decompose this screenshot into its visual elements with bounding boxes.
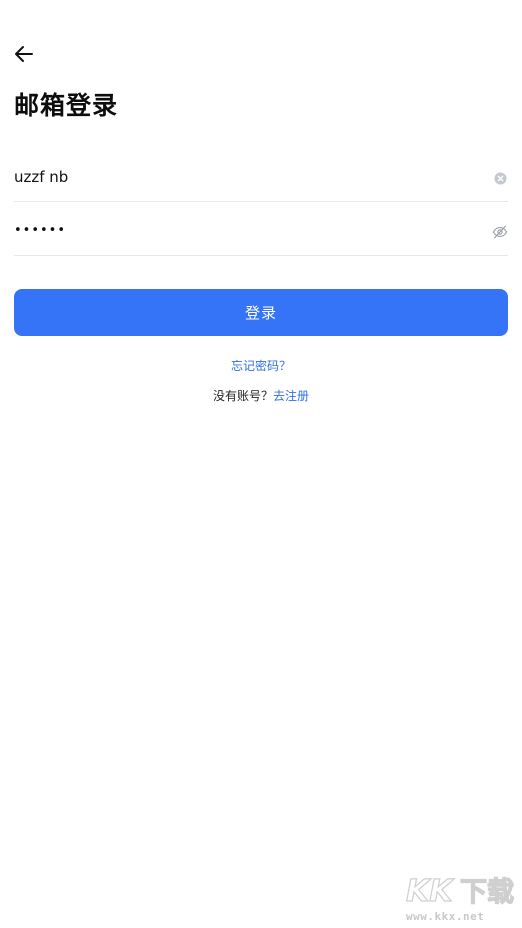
- email-input[interactable]: [14, 153, 474, 201]
- forgot-password-link[interactable]: 忘记密码？: [0, 357, 522, 374]
- password-input[interactable]: [14, 206, 474, 254]
- clear-circle-icon[interactable]: [494, 172, 507, 185]
- kk-download-logo: KK 下载: [405, 873, 514, 908]
- register-link[interactable]: 去注册: [273, 389, 309, 403]
- password-field: [14, 206, 508, 256]
- watermark: KK 下载 www.kkx.net: [400, 870, 518, 926]
- back-button[interactable]: [12, 42, 36, 66]
- watermark-url: www.kkx.net: [406, 910, 485, 923]
- svg-text:下载: 下载: [460, 877, 514, 908]
- no-account-text: 没有账号？: [212, 389, 273, 403]
- email-field: [14, 153, 508, 202]
- page-title: 邮箱登录: [14, 91, 119, 120]
- register-row: 没有账号？去注册: [0, 387, 522, 404]
- svg-text:KK: KK: [406, 874, 455, 908]
- eye-off-icon[interactable]: [492, 224, 508, 240]
- arrow-left-icon: [15, 46, 33, 62]
- login-button[interactable]: 登录: [14, 289, 508, 336]
